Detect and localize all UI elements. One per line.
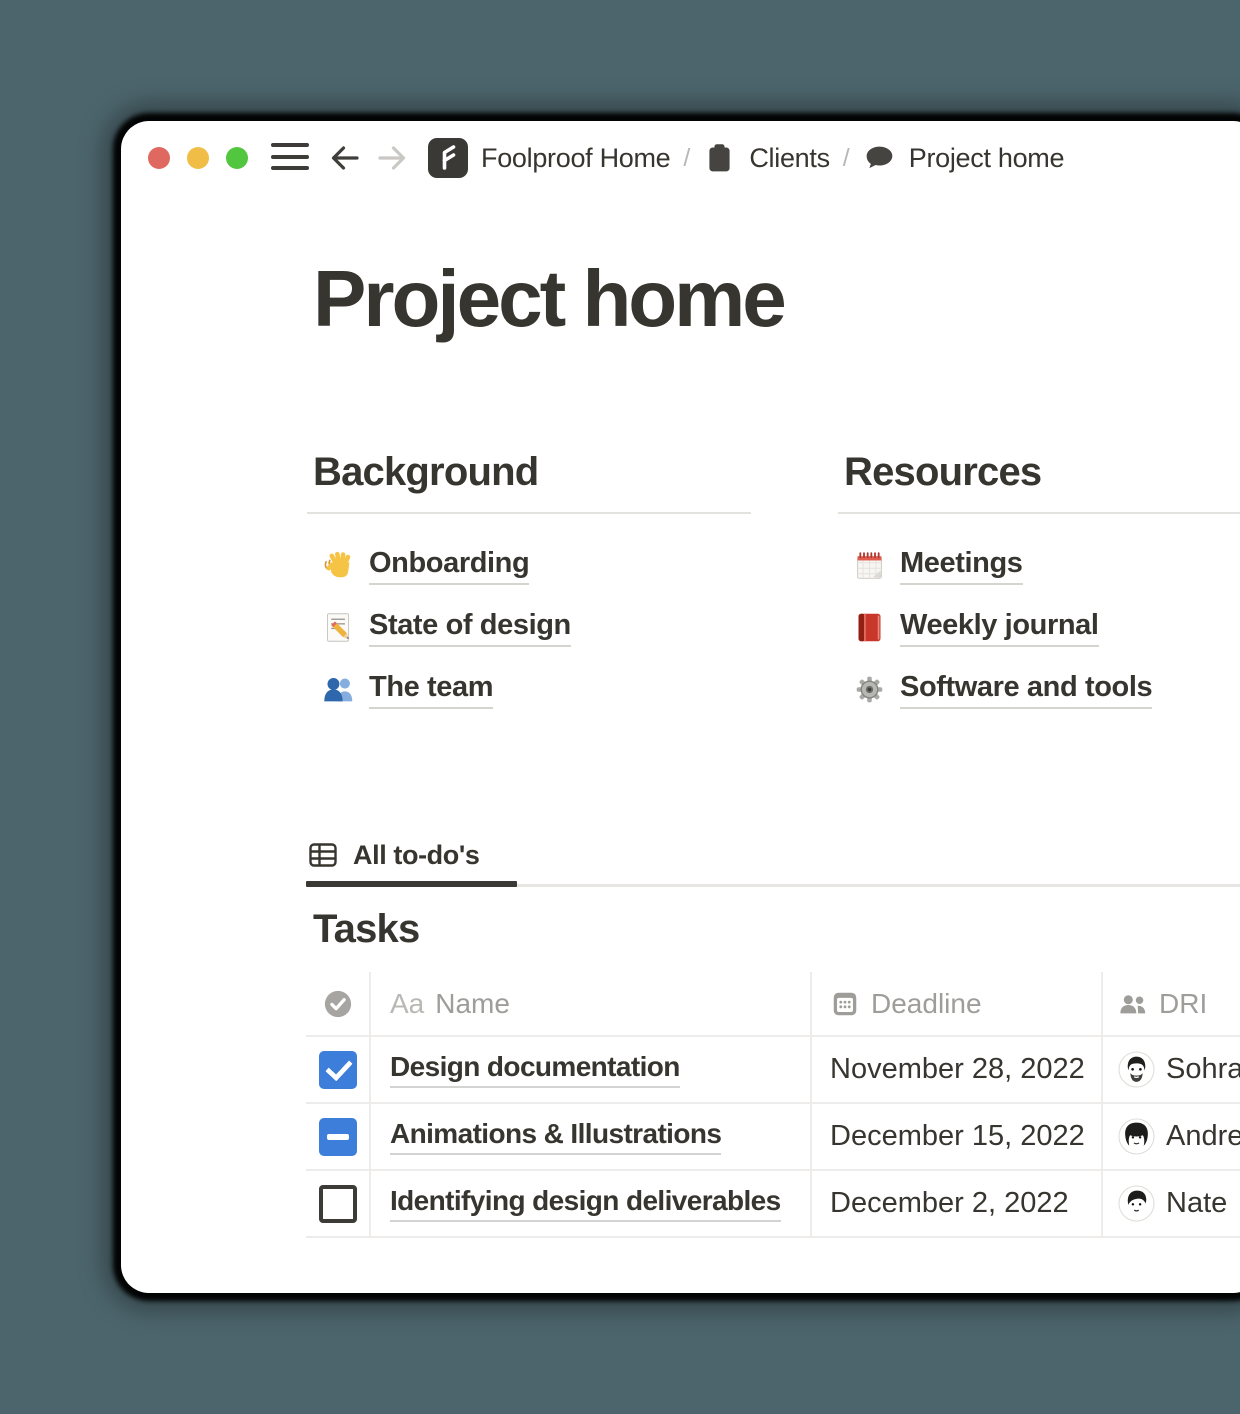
breadcrumb-separator: / xyxy=(843,144,850,173)
desktop: { "colors": { "desktop_background": "#4C… xyxy=(0,0,1240,1414)
text-style-icon: Aa xyxy=(390,988,424,1020)
avatar-man-beard xyxy=(1118,1051,1155,1088)
task-dri[interactable]: Sohra xyxy=(1103,1037,1240,1102)
page-title: Project home xyxy=(313,255,784,343)
task-dri[interactable]: Nate xyxy=(1103,1171,1240,1236)
section-divider xyxy=(307,512,751,514)
breadcrumb-item-clients[interactable]: Clients xyxy=(749,143,829,174)
breadcrumb: Foolproof Home / Clients / Project home xyxy=(428,121,1064,195)
task-name-link[interactable]: Design documentation xyxy=(390,1051,680,1088)
app-window: Foolproof Home / Clients / Project home … xyxy=(121,121,1240,1293)
task-checkbox[interactable] xyxy=(319,1185,357,1223)
page-link-software-and-tools[interactable]: Software and tools xyxy=(853,668,1152,710)
task-name-link[interactable]: Animations & Illustrations xyxy=(390,1118,721,1155)
forward-arrow-icon[interactable] xyxy=(374,140,410,176)
back-arrow-icon[interactable] xyxy=(327,140,363,176)
page-link-label: Meetings xyxy=(900,545,1023,585)
tasks-title: Tasks xyxy=(313,907,419,952)
window-controls xyxy=(148,147,248,169)
minimize-window-button[interactable] xyxy=(187,147,209,169)
page-link-label: Onboarding xyxy=(369,545,529,585)
sidebar-menu-icon[interactable] xyxy=(271,143,309,170)
zoom-window-button[interactable] xyxy=(226,147,248,169)
section-title-background: Background xyxy=(313,448,751,496)
clipboard-icon xyxy=(703,142,736,175)
breadcrumb-item-project-home[interactable]: Project home xyxy=(909,143,1064,174)
dri-name: Sohra xyxy=(1166,1053,1240,1086)
task-name-link[interactable]: Identifying design deliverables xyxy=(390,1185,781,1222)
page-link-label: State of design xyxy=(369,607,571,647)
page-link-meetings[interactable]: Meetings xyxy=(853,544,1023,586)
task-deadline[interactable]: December 15, 2022 xyxy=(812,1104,1103,1169)
task-checkbox[interactable] xyxy=(319,1118,357,1156)
tab-all-todos[interactable]: All to-do's xyxy=(307,839,480,871)
check-circle-icon xyxy=(323,989,353,1019)
gear-icon xyxy=(853,673,886,706)
column-header-select[interactable] xyxy=(306,972,371,1035)
table-row: Animations & Illustrations December 15, … xyxy=(306,1104,1240,1171)
table-icon xyxy=(307,839,339,871)
page-link-weekly-journal[interactable]: Weekly journal xyxy=(853,606,1099,648)
active-tab-indicator xyxy=(306,881,517,887)
avatar-woman xyxy=(1118,1118,1155,1155)
task-deadline[interactable]: December 2, 2022 xyxy=(812,1171,1103,1236)
calendar-icon xyxy=(830,989,860,1019)
page-link-label: Weekly journal xyxy=(900,607,1099,647)
column-label: Name xyxy=(435,988,510,1020)
task-checkbox[interactable] xyxy=(319,1051,357,1089)
column-label: DRI xyxy=(1159,988,1207,1020)
task-deadline[interactable]: November 28, 2022 xyxy=(812,1037,1103,1102)
avatar-man xyxy=(1118,1185,1155,1222)
close-window-button[interactable] xyxy=(148,147,170,169)
column-header-name[interactable]: Aa Name xyxy=(371,972,812,1035)
dri-name: Nate xyxy=(1166,1187,1227,1220)
page-link-label: Software and tools xyxy=(900,669,1152,709)
busts-icon xyxy=(322,673,355,706)
table-row: Identifying design deliverables December… xyxy=(306,1171,1240,1238)
tasks-table: Aa Name Deadline xyxy=(306,972,1240,1238)
section-background: Background xyxy=(307,448,751,730)
spiral-calendar-icon xyxy=(853,549,886,582)
section-title-resources: Resources xyxy=(844,448,1240,496)
dri-name: Andre xyxy=(1166,1120,1240,1153)
page-link-onboarding[interactable]: Onboarding xyxy=(322,544,529,586)
speech-bubble-icon xyxy=(863,142,896,175)
memo-icon xyxy=(322,611,355,644)
column-label: Deadline xyxy=(871,988,982,1020)
people-icon xyxy=(1118,989,1148,1019)
tab-label: All to-do's xyxy=(353,840,480,871)
page-link-the-team[interactable]: The team xyxy=(322,668,493,710)
section-divider xyxy=(838,512,1240,514)
task-dri[interactable]: Andre xyxy=(1103,1104,1240,1169)
page-link-state-of-design[interactable]: State of design xyxy=(322,606,571,648)
page-link-label: The team xyxy=(369,669,493,709)
waving-hand-icon xyxy=(322,549,355,582)
table-row: Design documentation November 28, 2022 S… xyxy=(306,1037,1240,1104)
breadcrumb-item-foolproof-home[interactable]: Foolproof Home xyxy=(481,143,670,174)
table-header: Aa Name Deadline xyxy=(306,972,1240,1037)
column-header-deadline[interactable]: Deadline xyxy=(812,972,1103,1035)
column-header-dri[interactable]: DRI xyxy=(1103,972,1240,1035)
breadcrumb-separator: / xyxy=(683,144,690,173)
red-book-icon xyxy=(853,611,886,644)
foolproof-logo-icon[interactable] xyxy=(428,138,468,178)
section-resources: Resources xyxy=(838,448,1240,730)
